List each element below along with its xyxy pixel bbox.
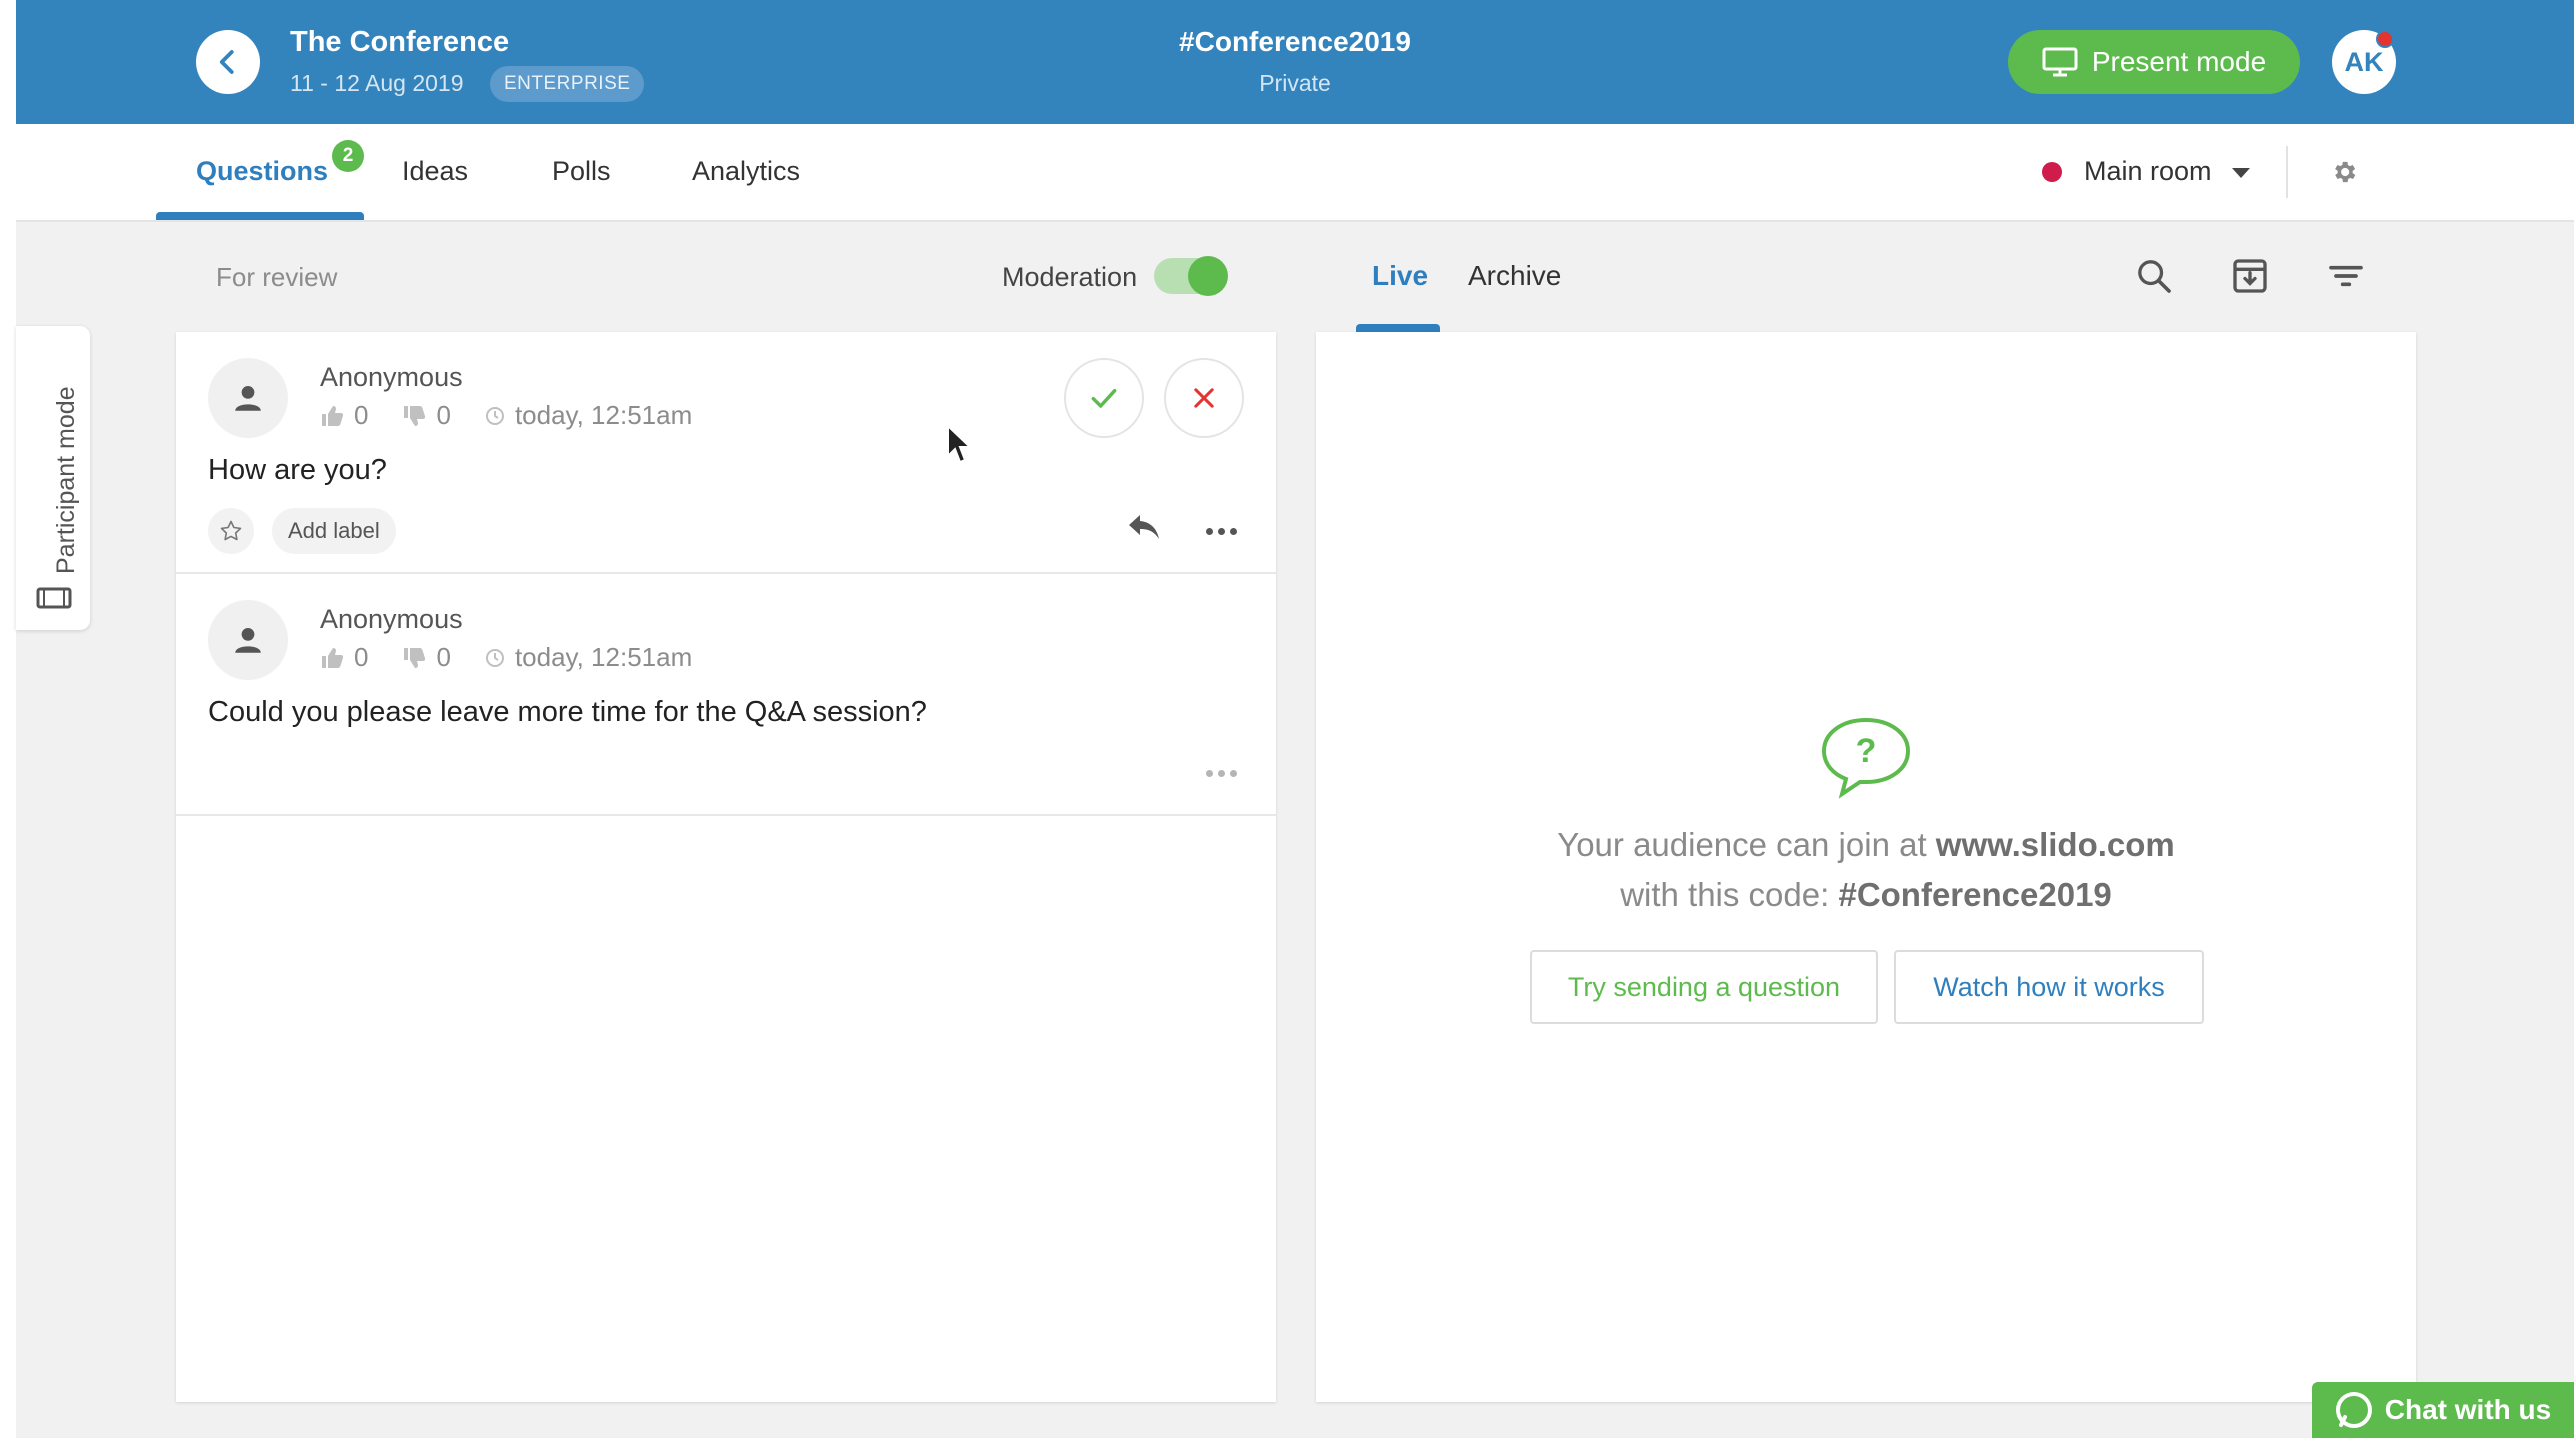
filter-icon[interactable] (2326, 256, 2366, 296)
downvote-count: 0 (436, 400, 451, 430)
close-icon (1194, 388, 1214, 408)
archive-icon[interactable] (2230, 256, 2270, 296)
check-icon (1091, 388, 1117, 408)
more-options-button[interactable] (1206, 770, 1237, 777)
search-icon[interactable] (2134, 256, 2174, 296)
author-avatar (208, 358, 288, 438)
present-mode-button[interactable]: Present mode (2008, 30, 2300, 94)
svg-text:?: ? (1856, 732, 1877, 770)
join-code-line: with this code: #Conference2019 (1316, 876, 2416, 914)
screen-icon (36, 587, 72, 609)
tab-polls[interactable]: Polls (552, 156, 611, 187)
chevron-down-icon[interactable] (2232, 168, 2250, 178)
chat-with-us-button[interactable]: Chat with us (2312, 1382, 2574, 1438)
upvote-count: 0 (354, 642, 369, 672)
try-sending-question-button[interactable]: Try sending a question (1530, 950, 1878, 1024)
join-prefix: Your audience can join at (1557, 826, 1936, 863)
page-left-strip (0, 0, 16, 1438)
tab-live[interactable]: Live (1372, 260, 1428, 292)
upvote-count: 0 (354, 400, 369, 430)
notification-dot (2376, 30, 2394, 48)
chat-bubble-icon (2335, 1392, 2372, 1428)
avatar-initials: AK (2344, 46, 2384, 77)
moderation-label: Moderation (1002, 262, 1138, 292)
question-time: today, 12:51am (514, 642, 693, 672)
divider (2286, 146, 2288, 198)
reject-button[interactable] (1164, 358, 1244, 438)
downvote-count: 0 (436, 642, 451, 672)
question-card: Anonymous 0 0 today, 12:51am How are you… (176, 332, 1276, 574)
reply-icon[interactable] (1126, 512, 1162, 542)
thumbs-down-icon (404, 647, 426, 668)
star-button[interactable] (208, 508, 254, 554)
star-icon (220, 520, 242, 541)
questions-count-badge: 2 (332, 140, 364, 172)
question-meta: 0 0 today, 12:51am (320, 642, 692, 673)
chat-label: Chat with us (2384, 1394, 2552, 1425)
question-author: Anonymous (320, 604, 463, 634)
active-tab-indicator (156, 212, 364, 220)
question-text: Could you please leave more time for the… (208, 696, 927, 728)
participant-mode-label: Participant mode (52, 386, 80, 574)
settings-gear-icon[interactable] (2330, 158, 2358, 186)
main-tabbar: Questions 2 Ideas Polls Analytics Main r… (16, 124, 2574, 222)
join-url: www.slido.com (1935, 826, 2175, 863)
join-code: #Conference2019 (1838, 876, 2112, 913)
tab-analytics[interactable]: Analytics (692, 156, 800, 187)
mouse-cursor-icon (947, 424, 973, 464)
approve-button[interactable] (1064, 358, 1144, 438)
top-header: The Conference 11 - 12 Aug 2019 ENTERPRI… (16, 0, 2574, 124)
join-instructions: Your audience can join at www.slido.com (1316, 826, 2416, 864)
thumbs-up-icon (322, 647, 344, 668)
live-panel: ? Your audience can join at www.slido.co… (1316, 332, 2416, 1402)
toggle-knob (1188, 256, 1228, 296)
author-avatar (208, 600, 288, 680)
question-meta: 0 0 today, 12:51am (320, 400, 692, 431)
clock-icon (485, 406, 504, 425)
question-card: Anonymous 0 0 today, 12:51am Could you p… (176, 574, 1276, 816)
review-panel: Anonymous 0 0 today, 12:51am How are you… (176, 332, 1276, 1402)
question-text: How are you? (208, 454, 387, 486)
watch-how-it-works-button[interactable]: Watch how it works (1894, 950, 2204, 1024)
room-selector[interactable]: Main room (2084, 156, 2212, 187)
question-time: today, 12:51am (514, 400, 693, 430)
room-status-dot (2042, 162, 2062, 182)
moderation-toggle[interactable] (1154, 256, 1228, 296)
add-label-button[interactable]: Add label (272, 508, 396, 554)
user-icon (235, 385, 261, 411)
tab-ideas[interactable]: Ideas (402, 156, 468, 187)
thumbs-up-icon (322, 405, 344, 426)
present-mode-label: Present mode (2091, 46, 2267, 77)
tab-archive[interactable]: Archive (1468, 260, 1561, 292)
user-icon (235, 627, 261, 653)
code-prefix: with this code: (1620, 876, 1839, 913)
more-options-button[interactable] (1206, 528, 1237, 535)
clock-icon (485, 648, 504, 667)
for-review-heading: For review (216, 262, 338, 292)
question-author: Anonymous (320, 362, 463, 392)
monitor-icon (2042, 47, 2078, 77)
thumbs-down-icon (404, 405, 426, 426)
participant-mode-tab[interactable]: Participant mode (16, 326, 90, 630)
live-tab-indicator (1356, 324, 1440, 332)
user-avatar[interactable]: AK (2332, 30, 2396, 94)
question-bubble-icon: ? (1821, 717, 1911, 799)
tab-questions[interactable]: Questions (196, 156, 328, 187)
